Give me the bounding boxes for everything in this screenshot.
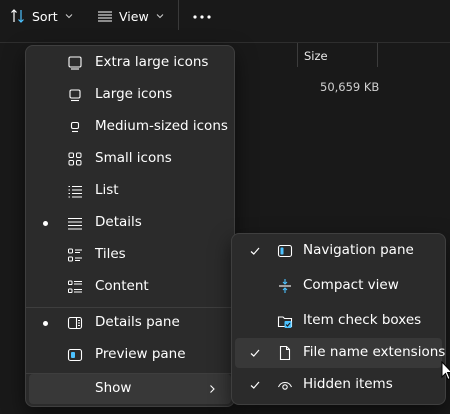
submenu-item-hidden-items[interactable]: Hidden items xyxy=(235,370,442,400)
checkmark-icon xyxy=(250,381,260,389)
chevron-right-icon xyxy=(210,385,215,393)
file-icon xyxy=(279,345,291,361)
content-icon xyxy=(68,280,82,293)
submenu-item-file-name-extensions[interactable]: File name extensions xyxy=(235,338,446,368)
menu-item-label: Medium-sized icons xyxy=(95,118,228,134)
selected-indicator xyxy=(43,221,48,226)
mouse-pointer-icon xyxy=(441,361,450,381)
menu-item-large-icons[interactable]: Large icons xyxy=(29,80,231,110)
menu-item-label: Extra large icons xyxy=(95,54,209,70)
menu-item-preview-pane[interactable]: Preview pane xyxy=(29,340,231,370)
menu-item-label: Tiles xyxy=(95,246,126,262)
size-cell: 50,659 KB xyxy=(320,80,380,94)
menu-item-label: Preview pane xyxy=(95,346,186,362)
submenu-item-label: Item check boxes xyxy=(303,312,422,328)
more-options-button[interactable] xyxy=(192,4,212,28)
column-divider[interactable] xyxy=(297,43,298,67)
details-icon xyxy=(68,217,82,230)
command-bar: Sort View xyxy=(0,0,450,34)
submenu-item-item-check-boxes[interactable]: Item check boxes xyxy=(235,306,442,336)
tiles-icon xyxy=(68,248,82,262)
menu-item-label: Content xyxy=(95,278,149,294)
chevron-down-icon xyxy=(156,14,164,19)
chevron-down-icon xyxy=(65,14,72,19)
compact-view-icon xyxy=(279,279,291,293)
monitor-small-icon xyxy=(70,121,80,133)
menu-item-content[interactable]: Content xyxy=(29,272,231,302)
menu-item-list[interactable]: List xyxy=(29,176,231,206)
monitor-icon xyxy=(69,89,81,102)
column-divider[interactable] xyxy=(377,43,378,67)
sort-label: Sort xyxy=(32,8,58,24)
navigation-pane-icon xyxy=(277,244,293,258)
menu-item-extra-large-icons[interactable]: Extra large icons xyxy=(29,48,231,78)
eye-icon xyxy=(277,381,293,390)
menu-item-tiles[interactable]: Tiles xyxy=(29,240,231,270)
toolbar-separator xyxy=(178,0,179,30)
menu-item-label: List xyxy=(95,182,119,198)
view-icon xyxy=(98,11,112,22)
menu-item-label: Small icons xyxy=(95,150,172,166)
size-column-header[interactable]: Size xyxy=(304,49,328,63)
submenu-item-label: File name extensions xyxy=(303,344,446,360)
monitor-large-icon xyxy=(68,56,82,70)
sort-icon xyxy=(11,9,24,23)
checkbox-folder-icon xyxy=(277,316,293,328)
submenu-item-label: Navigation pane xyxy=(303,242,414,258)
menu-item-show[interactable]: Show xyxy=(29,374,231,404)
menu-item-label: Show xyxy=(95,380,132,396)
view-label: View xyxy=(119,8,149,24)
column-header-divider xyxy=(0,42,450,43)
grid-icon xyxy=(68,152,82,166)
checkmark-icon xyxy=(250,247,260,255)
submenu-item-compact-view[interactable]: Compact view xyxy=(235,271,442,301)
menu-item-label: Details pane xyxy=(95,314,180,330)
menu-item-details-pane[interactable]: Details pane xyxy=(29,308,231,338)
view-menu: Extra large icons Large icons Medium-siz… xyxy=(25,45,235,407)
menu-item-label: Details xyxy=(95,214,142,230)
checkmark-icon xyxy=(250,349,260,357)
preview-pane-icon xyxy=(67,348,83,362)
details-pane-icon xyxy=(67,316,83,330)
submenu-item-label: Hidden items xyxy=(303,376,393,392)
show-submenu: Navigation pane Compact view Item check … xyxy=(231,233,446,405)
menu-item-medium-icons[interactable]: Medium-sized icons xyxy=(29,112,231,142)
sort-button[interactable]: Sort xyxy=(10,4,74,28)
submenu-item-navigation-pane[interactable]: Navigation pane xyxy=(235,236,442,266)
menu-item-label: Large icons xyxy=(95,86,173,102)
view-button[interactable]: View xyxy=(97,4,165,28)
selected-indicator xyxy=(43,321,48,326)
submenu-item-label: Compact view xyxy=(303,277,399,293)
menu-item-small-icons[interactable]: Small icons xyxy=(29,144,231,174)
menu-item-details[interactable]: Details xyxy=(29,208,231,238)
list-icon xyxy=(68,185,82,198)
more-icon xyxy=(193,15,211,19)
